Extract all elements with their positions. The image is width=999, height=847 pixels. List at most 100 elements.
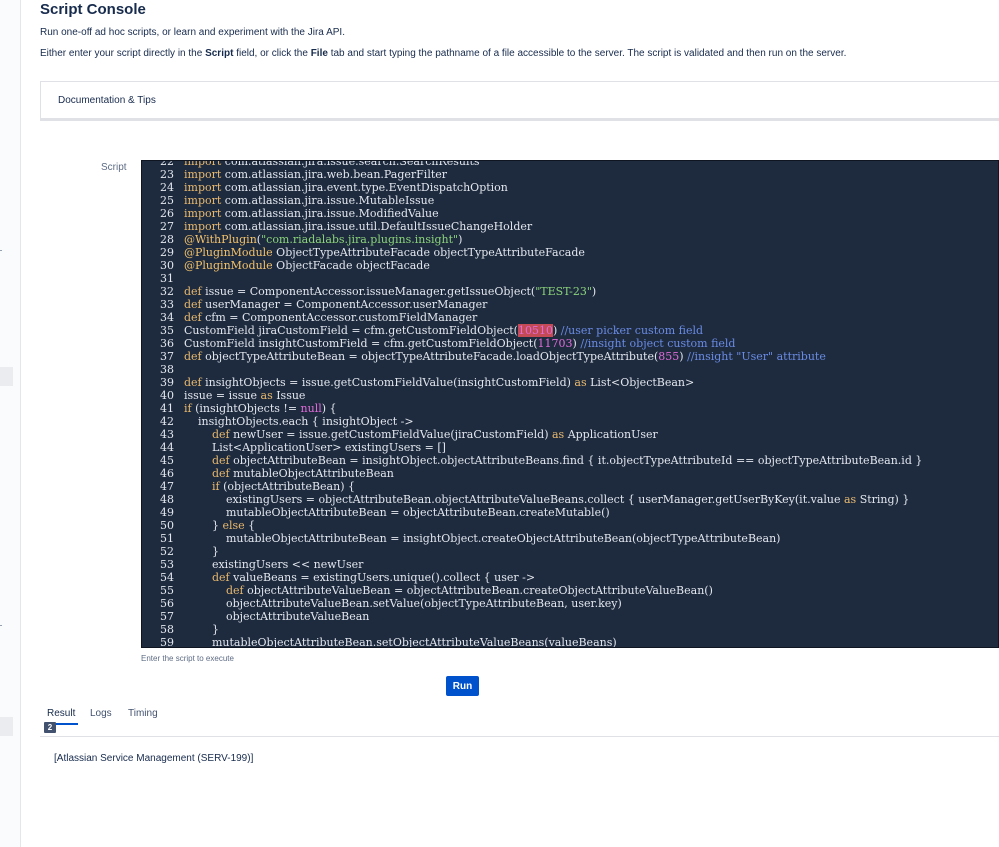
code-line: 55 def objectAttributeValueBean = object…	[142, 584, 998, 597]
line-number: 24	[160, 181, 174, 194]
line-number: 27	[160, 220, 174, 233]
code-line: 49 mutableObjectAttributeBean = objectAt…	[142, 506, 998, 519]
left-sidebar-rail	[0, 0, 21, 847]
code-text: def objectTypeAttributeBean = objectType…	[184, 350, 826, 363]
tab-result[interactable]: Result	[47, 708, 75, 719]
line-number: 50	[160, 519, 174, 532]
line-number: 26	[160, 207, 174, 220]
line-number: 58	[160, 623, 174, 636]
code-line: 59 mutableObjectAttributeBean.setObjectA…	[142, 636, 998, 648]
code-line: 30 @PluginModule ObjectFacade objectFacad…	[142, 259, 998, 272]
line-number: 53	[160, 558, 174, 571]
line-number: 39	[160, 376, 174, 389]
code-line: 56 objectAttributeValueBean.setValue(obj…	[142, 597, 998, 610]
code-text: import com.atlassian.jira.issue.search.S…	[184, 160, 480, 168]
line-number: 59	[160, 636, 174, 648]
code-line: 31	[142, 272, 998, 285]
code-line: 40 issue = issue as Issue	[142, 389, 998, 402]
code-line: 28 @WithPlugin("com.riadalabs.jira.plugin…	[142, 233, 998, 246]
code-text: insightObjects.each { insightObject ->	[184, 415, 414, 428]
script-editor[interactable]: 22 import com.atlassian.jira.issue.search…	[141, 160, 999, 648]
code-text: issue = issue as Issue	[184, 389, 306, 402]
line-number: 23	[160, 168, 174, 181]
code-text: mutableObjectAttributeBean.setObjectAttr…	[184, 636, 617, 648]
code-text: @PluginModule ObjectTypeAttributeFacade …	[184, 246, 585, 259]
code-line: 41 if (insightObjects != null) {	[142, 402, 998, 415]
code-line: 25 import com.atlassian.jira.issue.Mutabl…	[142, 194, 998, 207]
code-line: 35 CustomField jiraCustomField = cfm.getC…	[142, 324, 998, 337]
code-text: @PluginModule ObjectFacade objectFacade	[184, 259, 430, 272]
code-text: def objectAttributeValueBean = objectAtt…	[225, 584, 713, 597]
code-line: 24 import com.atlassian.jira.event.type.E…	[142, 181, 998, 194]
code-text: } else {	[184, 519, 256, 532]
code-line: 44 List<ApplicationUser> existingUsers =…	[142, 441, 998, 454]
code-text: }	[184, 545, 219, 558]
code-line: 42 insightObjects.each { insightObject -…	[142, 415, 998, 428]
code-line: 27 import com.atlassian.jira.issue.util.D…	[142, 220, 998, 233]
tab-logs[interactable]: Logs	[90, 708, 112, 719]
code-line: 57 objectAttributeValueBean	[142, 610, 998, 623]
code-line: 36 CustomField insightCustomField = cfm.g…	[142, 337, 998, 350]
code-line: 43 def newUser = issue.getCustomFieldVal…	[142, 428, 998, 441]
line-number: 43	[160, 428, 174, 441]
code-text: import com.atlassian.jira.event.type.Eve…	[184, 181, 508, 194]
line-number: 52	[160, 545, 174, 558]
code-text: def mutableObjectAttributeBean	[211, 467, 394, 480]
rail-tick	[0, 625, 2, 626]
code-line: 33 def userManager = ComponentAccessor.us…	[142, 298, 998, 311]
line-number: 57	[160, 610, 174, 623]
line-number: 29	[160, 246, 174, 259]
line-number: 25	[160, 194, 174, 207]
code-line: 54 def valueBeans = existingUsers.unique…	[142, 571, 998, 584]
result-output: [Atlassian Service Management (SERV-199)…	[54, 753, 254, 764]
code-text: if (insightObjects != null) {	[184, 402, 337, 415]
page-title: Script Console	[40, 1, 146, 18]
code-text: def valueBeans = existingUsers.unique().…	[211, 571, 536, 584]
documentation-tips-toggle[interactable]: Documentation & Tips	[58, 95, 156, 106]
code-text: import com.atlassian.jira.issue.MutableI…	[184, 194, 435, 207]
code-line: 51 mutableObjectAttributeBean = insightO…	[142, 532, 998, 545]
code-text: objectAttributeValueBean	[184, 610, 370, 623]
code-text: existingUsers << newUser	[184, 558, 364, 571]
line-number: 51	[160, 532, 174, 545]
run-button[interactable]: Run	[446, 676, 479, 696]
line-number: 49	[160, 506, 174, 519]
code-line: 26 import com.atlassian.jira.issue.Modifi…	[142, 207, 998, 220]
page-description: Run one-off ad hoc scripts, or learn and…	[40, 27, 345, 38]
code-lines: 22 import com.atlassian.jira.issue.search…	[142, 160, 998, 648]
line-number: 28	[160, 233, 174, 246]
code-line: 22 import com.atlassian.jira.issue.search…	[142, 160, 998, 168]
code-text: if (objectAttributeBean) {	[211, 480, 355, 493]
line-number: 22	[160, 160, 174, 168]
code-line: 39 def insightObjects = issue.getCustomFi…	[142, 376, 998, 389]
code-line: 50 } else {	[142, 519, 998, 532]
rail-tick	[0, 250, 2, 251]
line-number: 33	[160, 298, 174, 311]
code-text: CustomField jiraCustomField = cfm.getCus…	[184, 324, 704, 337]
line-number: 46	[160, 467, 174, 480]
code-text: objectAttributeValueBean.setValue(object…	[184, 597, 622, 610]
code-text: import com.atlassian.jira.web.bean.Pager…	[184, 168, 448, 181]
line-number: 48	[160, 493, 174, 506]
line-number: 31	[160, 272, 174, 285]
line-number: 40	[160, 389, 174, 402]
code-text: List<ApplicationUser> existingUsers = []	[184, 441, 446, 454]
code-text: def userManager = ComponentAccessor.user…	[184, 298, 488, 311]
tab-timing[interactable]: Timing	[128, 708, 158, 719]
code-line: 58 }	[142, 623, 998, 636]
code-text: mutableObjectAttributeBean = insightObje…	[184, 532, 781, 545]
documentation-tips-panel[interactable]: Documentation & Tips	[40, 81, 999, 119]
code-text: import com.atlassian.jira.issue.util.Def…	[184, 220, 533, 233]
code-text: CustomField insightCustomField = cfm.get…	[184, 337, 736, 350]
line-number: 35	[160, 324, 174, 337]
code-text: def insightObjects = issue.getCustomFiel…	[184, 376, 695, 389]
code-line: 23 import com.atlassian.jira.web.bean.Pag…	[142, 168, 998, 181]
code-text: import com.atlassian.jira.issue.Modified…	[184, 207, 439, 220]
line-number: 44	[160, 441, 174, 454]
code-text: }	[184, 623, 219, 636]
line-number: 42	[160, 415, 174, 428]
code-text: def newUser = issue.getCustomFieldValue(…	[211, 428, 658, 441]
rail-selected-marker	[0, 367, 13, 386]
